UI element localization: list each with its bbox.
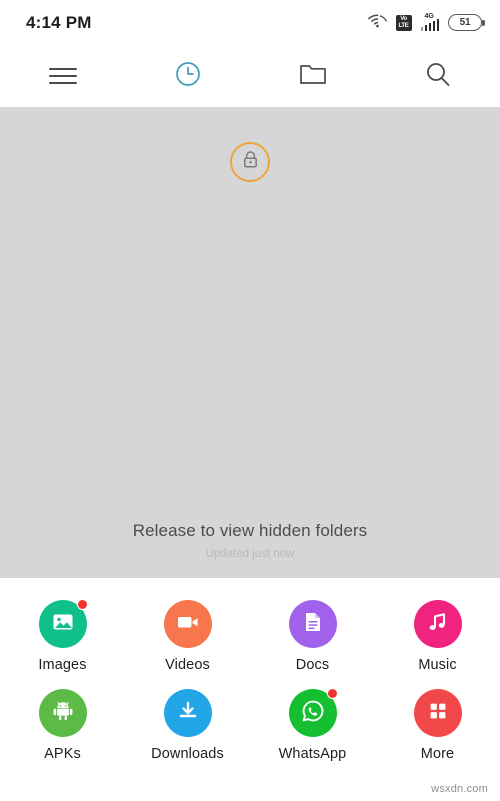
network-type-label: 4G (424, 13, 434, 20)
status-bar: 4:14 PM Vo LTE 4G 51 (0, 0, 500, 45)
music-note-icon-bubble (413, 600, 462, 648)
category-music[interactable]: Music (375, 600, 500, 673)
clock-recent-icon (175, 61, 201, 92)
status-bar-clock: 4:14 PM (26, 12, 92, 32)
android-icon-bubble (38, 689, 87, 737)
category-label: APKs (44, 746, 81, 762)
image-icon-bubble (38, 599, 88, 648)
wifi-icon (367, 13, 387, 33)
category-grid: Images Videos Docs Music APKs Downloads … (0, 599, 500, 762)
category-apks[interactable]: APKs (0, 689, 125, 762)
tab-folders[interactable] (250, 45, 375, 107)
whatsapp-icon-bubble (288, 688, 338, 737)
hidden-folders-lock-badge (230, 142, 270, 182)
category-whatsapp[interactable]: WhatsApp (250, 688, 375, 762)
music-note-icon (427, 610, 449, 639)
status-bar-icons: Vo LTE 4G 51 (367, 13, 485, 33)
file-manager-screen: 4:14 PM Vo LTE 4G 51 Release to view hid… (0, 0, 500, 801)
image-icon (51, 610, 75, 639)
category-label: Music (418, 657, 457, 673)
pull-to-refresh-panel[interactable]: Release to view hidden folders Updated j… (0, 107, 500, 578)
grid-more-icon-bubble (413, 689, 462, 737)
top-toolbar (0, 45, 500, 107)
category-label: Videos (165, 657, 210, 673)
video-icon-bubble (163, 600, 212, 648)
grid-more-icon (427, 700, 449, 727)
battery-level-label: 51 (459, 17, 471, 28)
download-icon-bubble (163, 689, 212, 737)
category-label: Docs (295, 657, 330, 673)
category-images[interactable]: Images (0, 599, 125, 673)
whatsapp-icon (300, 698, 326, 729)
category-docs[interactable]: Docs (250, 600, 375, 673)
new-items-badge (76, 599, 88, 610)
battery-icon: 51 (448, 14, 485, 31)
pull-refresh-sub-message: Updated just now (205, 548, 295, 560)
category-downloads[interactable]: Downloads (125, 689, 250, 762)
volte-label-top: Vo (400, 15, 407, 22)
category-more[interactable]: More (375, 689, 500, 762)
lock-icon (242, 150, 259, 174)
category-sheet: Images Videos Docs Music APKs Downloads … (0, 578, 500, 801)
android-icon (51, 699, 75, 728)
menu-button[interactable] (0, 45, 125, 107)
pull-refresh-texts: Release to view hidden folders Updated j… (0, 521, 500, 560)
document-icon-bubble (288, 600, 337, 648)
category-label: Images (38, 657, 87, 673)
signal-bars-icon: 4G (420, 13, 439, 31)
volte-icon: Vo LTE (395, 14, 412, 31)
pull-refresh-message: Release to view hidden folders (132, 521, 368, 540)
signal-bars (420, 19, 439, 31)
folder-icon (299, 62, 327, 91)
search-button[interactable] (375, 45, 500, 107)
video-icon (175, 610, 201, 639)
document-icon (302, 610, 324, 639)
tab-recent[interactable] (125, 45, 250, 107)
hamburger-menu-icon (48, 68, 77, 84)
category-label: Downloads (151, 746, 224, 762)
volte-label-bottom: LTE (398, 22, 409, 29)
download-icon (176, 699, 200, 728)
search-icon (425, 61, 451, 92)
category-videos[interactable]: Videos (125, 600, 250, 673)
watermark: wsxdn.com (431, 783, 488, 795)
category-label: More (420, 746, 455, 762)
new-items-badge (326, 688, 338, 699)
category-label: WhatsApp (278, 746, 347, 762)
